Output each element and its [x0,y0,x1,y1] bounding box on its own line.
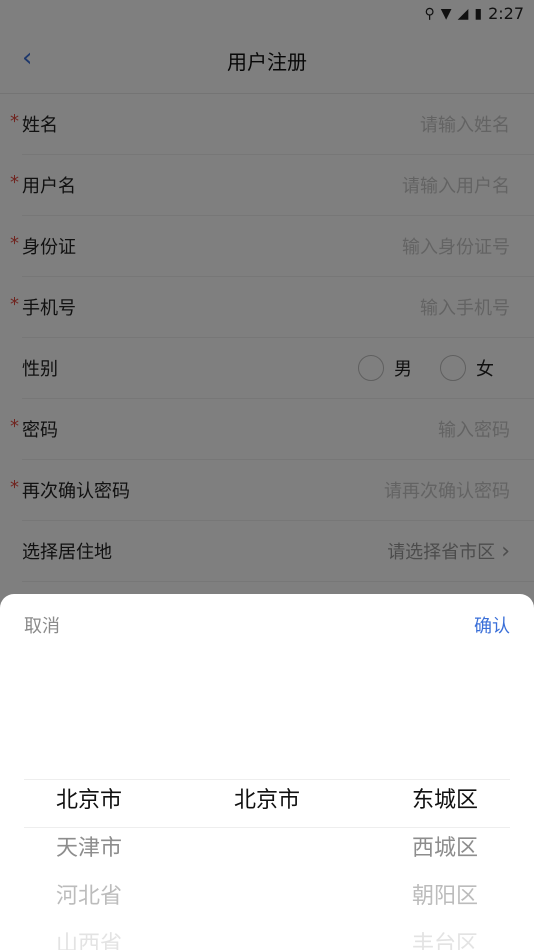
region-picker-sheet: 取消 确认 北京市 天津市 河北省 山西省 北京市 东城区 西城区 朝阳区 丰台… [0,594,534,950]
picker-option[interactable]: 东城区 [412,782,478,814]
picker-option[interactable]: 西城区 [412,830,478,862]
cancel-button[interactable]: 取消 [24,612,60,638]
picker-option[interactable]: 天津市 [56,830,122,862]
picker-option[interactable]: 丰台区 [412,926,478,950]
district-column[interactable]: 东城区 西城区 朝阳区 丰台区 [412,782,478,950]
city-column[interactable]: 北京市 [234,782,300,814]
picker-option[interactable]: 北京市 [56,782,122,814]
picker-option[interactable]: 河北省 [56,878,122,910]
picker-option[interactable]: 朝阳区 [412,878,478,910]
picker-option[interactable]: 北京市 [234,782,300,814]
province-column[interactable]: 北京市 天津市 河北省 山西省 [56,782,122,950]
confirm-button[interactable]: 确认 [474,612,510,638]
picker-option[interactable]: 山西省 [56,926,122,950]
picker-selection-top-line [24,779,510,780]
